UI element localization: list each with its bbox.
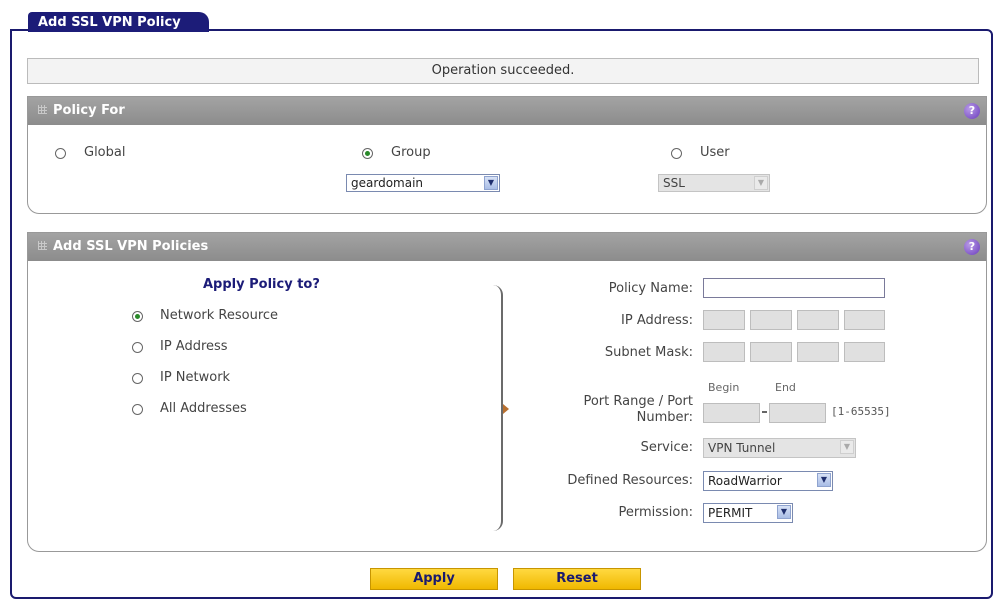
global-label: Global — [84, 145, 126, 160]
service-select-value: VPN Tunnel — [708, 441, 776, 455]
apply-policy-heading: Apply Policy to? — [203, 277, 320, 292]
permission-label: Permission: — [618, 505, 694, 520]
port-range-dash — [762, 411, 767, 413]
add-policies-header: Add SSL VPN Policies — [28, 233, 986, 261]
group-radio[interactable] — [362, 148, 373, 159]
end-label: End — [775, 381, 796, 394]
help-icon[interactable]: ? — [964, 103, 980, 119]
mask-octet-4 — [844, 342, 885, 362]
add-policies-title: Add SSL VPN Policies — [53, 239, 209, 254]
service-label: Service: — [640, 440, 693, 455]
status-message: Operation succeeded. — [27, 58, 979, 84]
policy-for-title: Policy For — [53, 103, 125, 118]
reset-button[interactable]: Reset — [513, 568, 641, 590]
port-range-label-line-2: Number: — [636, 410, 693, 425]
user-radio[interactable] — [671, 148, 682, 159]
network-resource-label: Network Resource — [160, 308, 279, 323]
begin-label: Begin — [708, 381, 740, 394]
apply-button[interactable]: Apply — [370, 568, 498, 590]
ip-network-radio[interactable] — [132, 373, 143, 384]
port-range-hint: [1-65535] — [831, 405, 891, 418]
global-radio[interactable] — [55, 148, 66, 159]
permission-select[interactable]: PERMIT ▼ — [703, 503, 793, 523]
tab-add-ssl-vpn-policy[interactable]: Add SSL VPN Policy — [28, 12, 209, 32]
defined-resources-value: RoadWarrior — [708, 474, 782, 488]
help-icon[interactable]: ? — [964, 239, 980, 255]
ip-address-option-label: IP Address — [160, 339, 228, 354]
network-resource-radio[interactable] — [132, 311, 143, 322]
mask-octet-2 — [750, 342, 792, 362]
port-end-input — [769, 403, 826, 423]
brace-arrow-icon — [503, 404, 509, 414]
policy-for-header: Policy For — [28, 97, 986, 125]
chevron-down-icon: ▼ — [754, 176, 768, 190]
policy-for-section: Policy For ? — [27, 96, 987, 214]
all-addresses-radio[interactable] — [132, 404, 143, 415]
ip-network-option-label: IP Network — [160, 370, 231, 385]
permission-value: PERMIT — [708, 506, 753, 520]
defined-resources-label: Defined Resources: — [567, 473, 693, 488]
port-range-label: Port Range / Port Number: — [583, 394, 693, 426]
chevron-down-icon: ▼ — [484, 176, 498, 190]
chevron-down-icon: ▼ — [817, 473, 831, 487]
subnet-mask-label: Subnet Mask: — [604, 345, 693, 360]
ip-octet-3 — [797, 310, 839, 330]
ip-address-radio[interactable] — [132, 342, 143, 353]
brace-divider — [493, 285, 503, 531]
mask-octet-3 — [797, 342, 839, 362]
group-select[interactable]: geardomain ▼ — [346, 174, 500, 192]
chevron-down-icon: ▼ — [777, 505, 791, 519]
user-label: User — [700, 145, 730, 160]
port-begin-input — [703, 403, 760, 423]
policy-name-input[interactable] — [703, 278, 885, 298]
policy-name-label: Policy Name: — [608, 281, 693, 296]
user-select: SSL ▼ — [658, 174, 770, 192]
service-select: VPN Tunnel ▼ — [703, 438, 856, 458]
grip-icon — [38, 241, 47, 250]
chevron-down-icon: ▼ — [840, 440, 854, 454]
ip-address-label: IP Address: — [621, 313, 693, 328]
defined-resources-select[interactable]: RoadWarrior ▼ — [703, 471, 833, 491]
user-select-value: SSL — [663, 176, 685, 190]
group-select-value: geardomain — [351, 176, 424, 190]
port-range-label-line-1: Port Range / Port — [583, 394, 693, 409]
ip-octet-1 — [703, 310, 745, 330]
group-label: Group — [391, 145, 431, 160]
grip-icon — [38, 105, 47, 114]
all-addresses-option-label: All Addresses — [160, 401, 247, 416]
ip-octet-2 — [750, 310, 792, 330]
ip-octet-4 — [844, 310, 885, 330]
mask-octet-1 — [703, 342, 745, 362]
